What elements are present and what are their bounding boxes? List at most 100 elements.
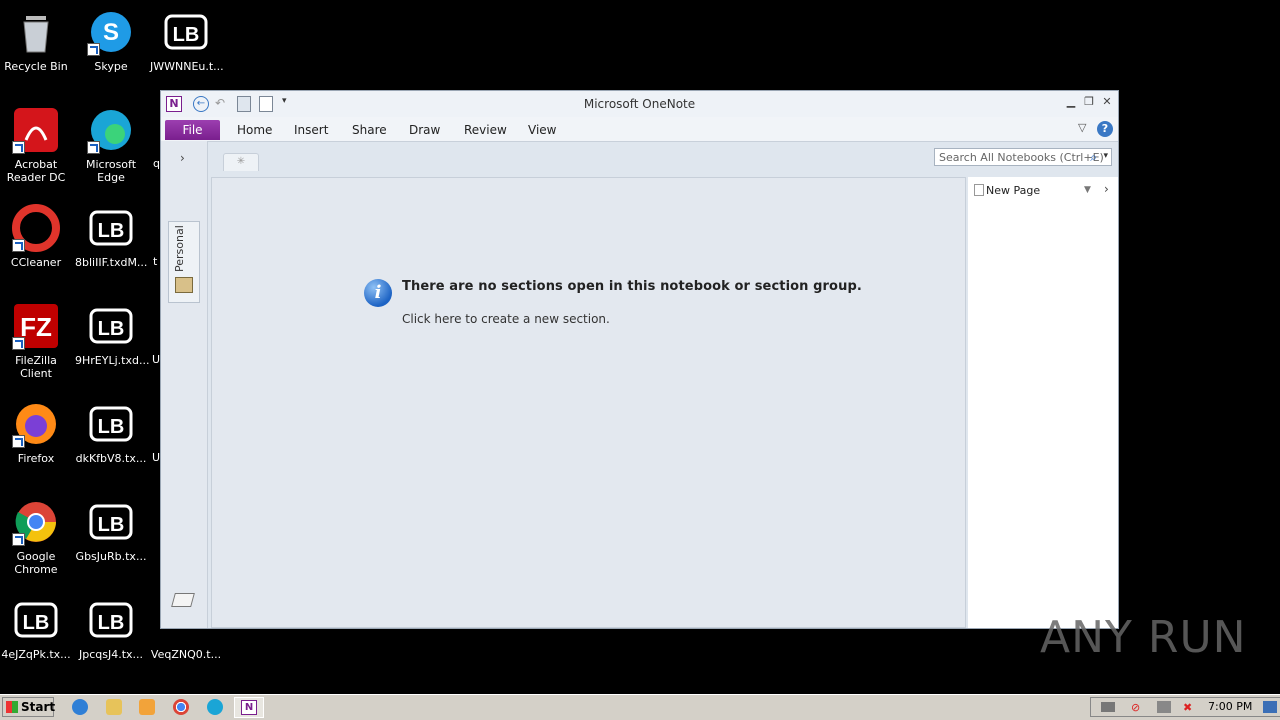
svg-text:LB: LB bbox=[23, 612, 50, 634]
svg-text:LB: LB bbox=[98, 612, 125, 634]
partial-icon-label: U bbox=[152, 451, 161, 464]
ribbon-tabs: File Home Insert Share Draw Review View … bbox=[161, 117, 1118, 142]
desktop-icon-filezilla[interactable]: FZ FileZilla Client bbox=[0, 302, 72, 380]
new-section-tab[interactable]: ✳ bbox=[223, 153, 259, 171]
notebook-pane: › Personal bbox=[161, 141, 208, 628]
desktop-icon-label: GbsJuRb.tx... bbox=[75, 550, 147, 563]
shortcut-arrow-icon bbox=[12, 337, 25, 350]
file-icon: LB bbox=[87, 400, 135, 448]
tab-share[interactable]: Share bbox=[352, 123, 387, 137]
desktop-icon-label: Acrobat Reader DC bbox=[6, 158, 66, 184]
notebook-name: Personal bbox=[173, 225, 186, 272]
new-page-button[interactable]: New Page bbox=[974, 183, 1094, 199]
desktop-icon-label: Google Chrome bbox=[14, 550, 58, 576]
skype-icon: S bbox=[87, 8, 135, 56]
unfiled-notes-icon[interactable] bbox=[171, 593, 195, 607]
svg-text:S: S bbox=[103, 19, 119, 46]
shortcut-arrow-icon bbox=[12, 239, 25, 252]
title-bar: N ← ↶ ▾ Microsoft OneNote ▁ ❐ ✕ bbox=[161, 91, 1118, 117]
tab-view[interactable]: View bbox=[528, 123, 556, 137]
file-icon: LB bbox=[12, 596, 60, 644]
edge-taskbar-icon[interactable] bbox=[207, 699, 223, 715]
chrome-taskbar-icon[interactable] bbox=[173, 699, 189, 715]
shortcut-arrow-icon bbox=[87, 141, 100, 154]
new-page-dropdown-icon[interactable]: ▼ bbox=[1084, 185, 1091, 195]
taskbar-clock: 7:00 PM bbox=[1208, 700, 1253, 713]
expand-page-tabs-icon[interactable]: › bbox=[1104, 182, 1109, 196]
desktop-icon-label: Microsoft Edge bbox=[85, 158, 137, 184]
recycle-bin-icon bbox=[12, 8, 60, 56]
desktop-icon-edge[interactable]: Microsoft Edge bbox=[75, 106, 147, 184]
partial-icon-label: U bbox=[152, 353, 161, 366]
tab-file[interactable]: File bbox=[165, 120, 220, 140]
desktop-icon-file[interactable]: LB 8bliIIF.txdM... bbox=[75, 204, 147, 269]
desktop-icon-label: Recycle Bin bbox=[4, 60, 68, 73]
show-desktop-icon[interactable] bbox=[1263, 701, 1277, 713]
onenote-taskbar-button[interactable]: N bbox=[234, 697, 264, 718]
partial-icon-label: t bbox=[153, 255, 158, 268]
desktop-icon-file[interactable]: LB JpcqsJ4.tx... bbox=[75, 596, 147, 661]
edge-icon bbox=[87, 106, 135, 154]
file-icon: LB bbox=[87, 302, 135, 350]
new-page-label: New Page bbox=[986, 184, 1041, 197]
desktop-icon-file[interactable]: LB GbsJuRb.tx... bbox=[75, 498, 147, 563]
desktop-icon-label: 9HrEYLj.txd... bbox=[75, 354, 150, 367]
notebook-icon bbox=[175, 277, 193, 293]
partial-icon-label: q bbox=[153, 157, 160, 170]
search-input[interactable]: Search All Notebooks (Ctrl+E) ⌕ ▾ bbox=[934, 148, 1112, 166]
minimize-icon[interactable]: ▁ bbox=[1065, 96, 1077, 107]
desktop-icon-label: CCleaner bbox=[10, 256, 62, 269]
desktop-icon-file[interactable]: LB 9HrEYLj.txd... bbox=[75, 302, 150, 367]
chrome-icon bbox=[12, 498, 60, 546]
tab-insert[interactable]: Insert bbox=[294, 123, 328, 137]
printer-icon[interactable] bbox=[1101, 702, 1115, 712]
restore-icon[interactable]: ❐ bbox=[1083, 96, 1095, 107]
expand-navigation-icon[interactable]: › bbox=[180, 151, 185, 165]
search-scope-dropdown-icon[interactable]: ▾ bbox=[1103, 151, 1108, 161]
expand-ribbon-icon[interactable]: ▽ bbox=[1078, 121, 1086, 134]
no-sections-message: There are no sections open in this noteb… bbox=[402, 279, 862, 294]
desktop-icon-file[interactable]: LB dkKfbV8.tx... bbox=[75, 400, 147, 465]
desktop-icon-skype[interactable]: S Skype bbox=[75, 8, 147, 73]
desktop-icon-chrome[interactable]: Google Chrome bbox=[0, 498, 72, 576]
start-button[interactable]: Start bbox=[2, 697, 55, 717]
onenote-window: N ← ↶ ▾ Microsoft OneNote ▁ ❐ ✕ File Hom… bbox=[160, 90, 1119, 629]
help-icon[interactable]: ? bbox=[1097, 121, 1113, 137]
volume-muted-icon[interactable]: ✖ bbox=[1183, 701, 1197, 714]
svg-text:LB: LB bbox=[98, 416, 125, 438]
desktop-icon-recycle-bin[interactable]: Recycle Bin bbox=[0, 8, 72, 73]
file-icon: LB bbox=[162, 8, 210, 56]
desktop-icon-file[interactable]: LB 4eJZqPk.tx... bbox=[0, 596, 72, 661]
desktop-icon-label: dkKfbV8.tx... bbox=[75, 452, 147, 465]
explorer-icon[interactable] bbox=[106, 699, 122, 715]
search-placeholder: Search All Notebooks (Ctrl+E) bbox=[939, 151, 1104, 164]
ie-icon[interactable] bbox=[72, 699, 88, 715]
create-section-link[interactable]: Click here to create a new section. bbox=[402, 312, 610, 326]
desktop-icon-firefox[interactable]: Firefox bbox=[0, 400, 72, 465]
close-icon[interactable]: ✕ bbox=[1101, 96, 1113, 107]
svg-text:LB: LB bbox=[98, 220, 125, 242]
taskbar: Start N ⊘ ✖ bbox=[0, 694, 1280, 720]
desktop-icon-label: FileZilla Client bbox=[15, 354, 57, 380]
page-icon bbox=[974, 184, 984, 196]
desktop-icon-file[interactable]: LB JWWNNEu.t... bbox=[150, 8, 224, 73]
desktop-icon-label: Skype bbox=[94, 60, 128, 73]
network-warning-icon[interactable]: ⊘ bbox=[1131, 701, 1145, 714]
shortcut-arrow-icon bbox=[12, 435, 25, 448]
tab-home[interactable]: Home bbox=[237, 123, 272, 137]
tab-review[interactable]: Review bbox=[464, 123, 507, 137]
window-title: Microsoft OneNote bbox=[583, 97, 696, 111]
desktop-icon-label: Firefox bbox=[17, 452, 55, 465]
info-icon: i bbox=[364, 279, 392, 307]
desktop-icon-acrobat[interactable]: Acrobat Reader DC bbox=[0, 106, 72, 184]
media-player-icon[interactable] bbox=[139, 699, 155, 715]
page-tabs-panel: New Page ▼ › bbox=[968, 177, 1118, 628]
notebook-tab-personal[interactable]: Personal bbox=[168, 221, 200, 303]
page-canvas[interactable]: i There are no sections open in this not… bbox=[211, 177, 966, 628]
network-icon[interactable] bbox=[1157, 701, 1171, 713]
desktop-icon-ccleaner[interactable]: CCleaner bbox=[0, 204, 72, 269]
tab-draw[interactable]: Draw bbox=[409, 123, 440, 137]
search-icon[interactable]: ⌕ bbox=[1090, 150, 1097, 165]
firefox-icon bbox=[12, 400, 60, 448]
file-icon: LB bbox=[87, 498, 135, 546]
